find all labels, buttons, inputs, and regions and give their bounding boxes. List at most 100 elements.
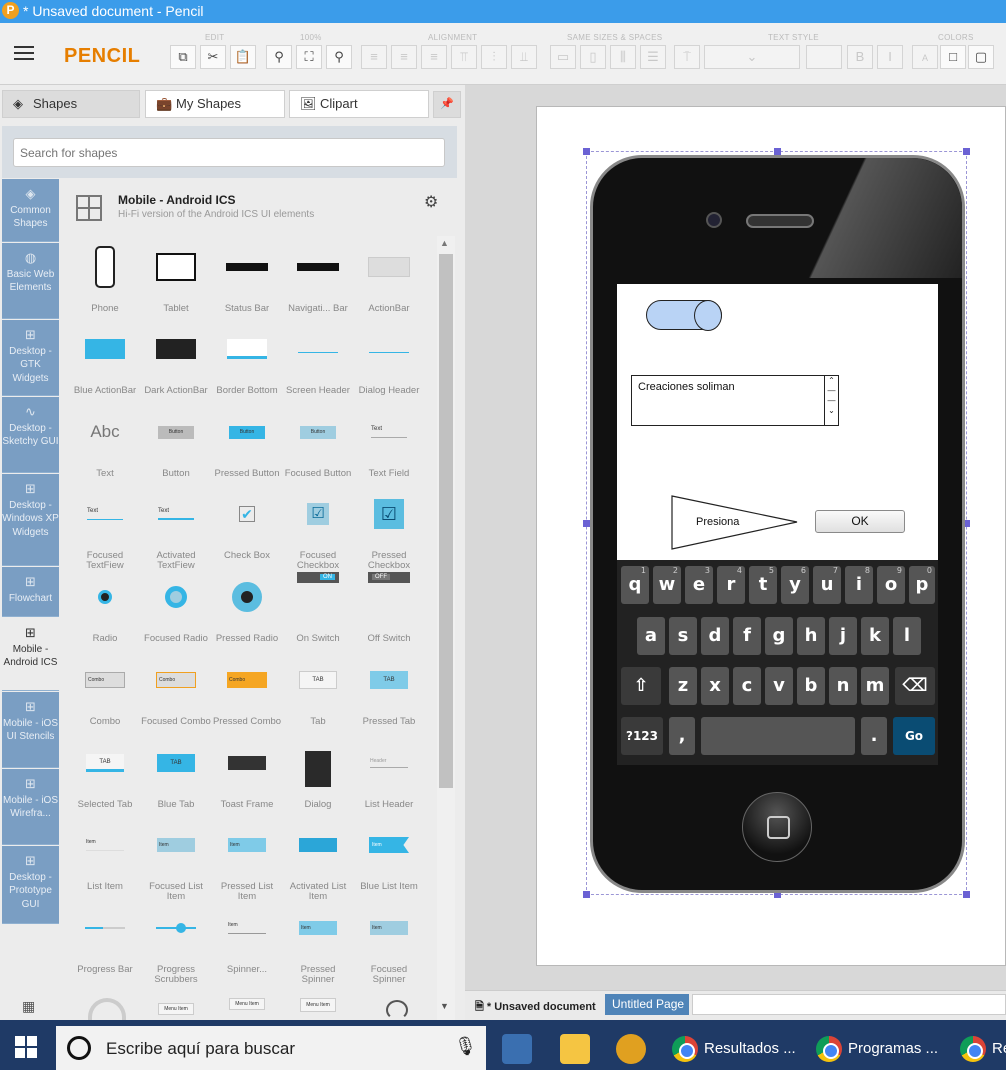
text-color-button[interactable]: A xyxy=(912,45,938,69)
menu-item-shape-icon[interactable]: Menu Item xyxy=(229,998,265,1010)
same-width-button[interactable]: ▭ xyxy=(550,45,576,69)
category-basic-web[interactable]: ◍ Basic Web Elements xyxy=(2,243,59,319)
align-right-button[interactable]: ≡ xyxy=(421,45,447,69)
category-prototype-gui[interactable]: ⊞ Desktop - Prototype GUI xyxy=(2,846,59,924)
category-flowchart[interactable]: ⊞ Flowchart xyxy=(2,567,59,617)
align-top-button[interactable]: ⫪ xyxy=(451,45,477,69)
key-d[interactable]: d xyxy=(701,617,729,655)
tab-clipart[interactable]: 🖼 Clipart xyxy=(289,90,429,118)
key-k[interactable]: k xyxy=(861,617,889,655)
microphone-icon[interactable]: 🎙 xyxy=(454,1036,477,1057)
key-n[interactable]: n xyxy=(829,667,857,705)
key-j[interactable]: j xyxy=(829,617,857,655)
key-o[interactable]: 9o xyxy=(877,566,905,604)
bold-button[interactable]: B xyxy=(847,45,873,69)
key-i[interactable]: 8i xyxy=(845,566,873,604)
apps-grid-icon[interactable]: ▦ xyxy=(22,998,35,1015)
key-t[interactable]: 5t xyxy=(749,566,777,604)
fill-color-button[interactable]: □ xyxy=(940,45,966,69)
gear-icon[interactable]: ⚙ xyxy=(424,192,438,212)
copy-button[interactable]: ⧉ xyxy=(170,45,196,69)
symbols-key[interactable]: ?123 xyxy=(621,717,663,755)
zoom-in-button[interactable]: ⚲ xyxy=(326,45,352,69)
align-center-button[interactable]: ≡ xyxy=(391,45,417,69)
stroke-color-button[interactable]: ▢ xyxy=(968,45,994,69)
category-winxp[interactable]: ⊞ Desktop - Windows XP Widgets xyxy=(2,474,59,566)
key-g[interactable]: g xyxy=(765,617,793,655)
category-sketchy[interactable]: ∿ Desktop - Sketchy GUI xyxy=(2,397,59,473)
taskbar-search-box[interactable]: Escribe aquí para buscar 🎙 xyxy=(56,1026,486,1070)
key-w[interactable]: 2w xyxy=(653,566,681,604)
comma-key[interactable]: , xyxy=(669,717,695,755)
scroll-up-icon[interactable]: ▲ xyxy=(440,238,449,248)
resize-handle[interactable] xyxy=(583,520,590,527)
resize-handle[interactable] xyxy=(583,891,590,898)
key-y[interactable]: 6y xyxy=(781,566,809,604)
key-b[interactable]: b xyxy=(797,667,825,705)
align-bottom-button[interactable]: ⫫ xyxy=(511,45,537,69)
key-x[interactable]: x xyxy=(701,667,729,705)
scroll-down-icon[interactable]: ▼ xyxy=(440,1001,449,1011)
cylinder-shape[interactable] xyxy=(646,300,722,331)
same-height-button[interactable]: ▯ xyxy=(580,45,606,69)
resize-handle[interactable] xyxy=(963,891,970,898)
file-explorer-icon[interactable] xyxy=(560,1034,590,1064)
category-ios-wireframe[interactable]: ⊞ Mobile - iOS Wirefra... xyxy=(2,769,59,845)
chrome-icon[interactable] xyxy=(960,1036,986,1062)
tab-shapes[interactable]: ◈ Shapes xyxy=(2,90,140,118)
key-c[interactable]: c xyxy=(733,667,761,705)
key-f[interactable]: f xyxy=(733,617,761,655)
page-tab[interactable]: Untitled Page xyxy=(605,994,689,1015)
shift-key[interactable]: ⇧ xyxy=(621,667,661,705)
category-gtk[interactable]: ⊞ Desktop - GTK Widgets xyxy=(2,320,59,396)
key-p[interactable]: 0p xyxy=(909,566,935,604)
taskbar-app-label[interactable]: Re xyxy=(992,1040,1006,1057)
zoom-out-button[interactable]: ⚲ xyxy=(266,45,292,69)
key-m[interactable]: m xyxy=(861,667,889,705)
scrollbar-thumb[interactable] xyxy=(439,254,453,788)
key-r[interactable]: 4r xyxy=(717,566,745,604)
task-view-icon[interactable] xyxy=(502,1034,532,1064)
font-select[interactable]: ⌄ xyxy=(704,45,800,69)
key-l[interactable]: l xyxy=(893,617,921,655)
chrome-icon[interactable] xyxy=(672,1036,698,1062)
category-common-shapes[interactable]: ◈ Common Shapes xyxy=(2,179,59,242)
shape-search-input[interactable] xyxy=(13,138,445,167)
mock-textarea-scrollbar[interactable]: ⌃ — — ⌄ xyxy=(824,376,838,425)
backspace-key[interactable]: ⌫ xyxy=(895,667,935,705)
key-q[interactable]: 1q xyxy=(621,566,649,604)
sunflower-app-icon[interactable] xyxy=(616,1034,646,1064)
taskbar-app-label[interactable]: Resultados ... xyxy=(704,1040,796,1057)
resize-handle[interactable] xyxy=(774,148,781,155)
chrome-icon[interactable] xyxy=(816,1036,842,1062)
key-h[interactable]: h xyxy=(797,617,825,655)
period-key[interactable]: . xyxy=(861,717,887,755)
key-s[interactable]: s xyxy=(669,617,697,655)
align-left-button[interactable]: ≡ xyxy=(361,45,387,69)
align-middle-button[interactable]: ⫶ xyxy=(481,45,507,69)
document-name[interactable]: 🗎 * Unsaved document xyxy=(475,998,596,1017)
italic-button[interactable]: I xyxy=(877,45,903,69)
taskbar-app-label[interactable]: Programas ... xyxy=(848,1040,938,1057)
resize-handle[interactable] xyxy=(963,148,970,155)
tab-my-shapes[interactable]: 💼 My Shapes xyxy=(145,90,285,118)
menu-item-shape-icon[interactable]: Menu Item xyxy=(158,1003,194,1015)
key-u[interactable]: 7u xyxy=(813,566,841,604)
fit-button[interactable]: ⛶ xyxy=(296,45,322,69)
key-e[interactable]: 3e xyxy=(685,566,713,604)
go-key[interactable]: Go xyxy=(893,717,935,755)
format-painter-button[interactable]: ⍑ xyxy=(674,45,700,69)
space-key[interactable] xyxy=(701,717,855,755)
paste-button[interactable]: 📋 xyxy=(230,45,256,69)
windows-start-icon[interactable] xyxy=(15,1036,37,1058)
menu-item-shape-icon[interactable]: Menu Item xyxy=(300,998,336,1012)
pin-sidebar-button[interactable]: 📌 xyxy=(433,91,461,118)
key-z[interactable]: z xyxy=(669,667,697,705)
font-size-field[interactable] xyxy=(806,45,842,69)
mock-ok-button[interactable]: OK xyxy=(815,510,905,533)
resize-handle[interactable] xyxy=(583,148,590,155)
key-a[interactable]: a xyxy=(637,617,665,655)
search-shape-icon[interactable] xyxy=(386,1000,408,1020)
mock-text-area[interactable]: Creaciones soliman xyxy=(631,375,839,426)
category-ios-stencils[interactable]: ⊞ Mobile - iOS UI Stencils xyxy=(2,692,59,768)
